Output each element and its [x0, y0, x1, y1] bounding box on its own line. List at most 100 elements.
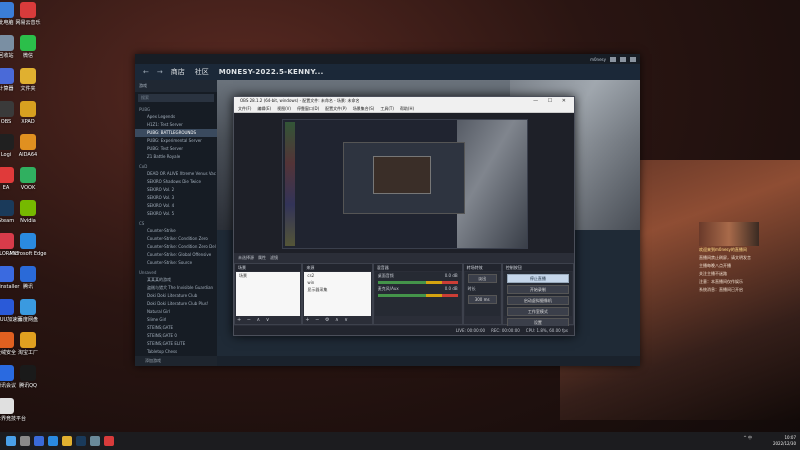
transition-select[interactable]: 淡出 — [467, 274, 497, 283]
back-arrow-icon[interactable]: ← — [143, 68, 149, 76]
nav-community[interactable]: 社区 — [195, 67, 209, 77]
source-item[interactable]: win — [304, 279, 370, 286]
source-item[interactable]: 显示器采集 — [304, 286, 370, 294]
library-game-item[interactable]: SEKIRO Shadows Die Twice — [135, 178, 217, 186]
desktop-icon[interactable]: 网易云音乐 — [6, 2, 50, 26]
library-game-item[interactable]: Counter-Strike — [135, 227, 217, 235]
library-game-item[interactable]: PUBG: BATTLEGROUNDS — [135, 129, 217, 137]
library-group-header[interactable]: CS — [135, 218, 217, 227]
desktop-icon[interactable]: Microsoft Edge — [6, 233, 50, 257]
taskbar-app-icon[interactable] — [90, 436, 100, 446]
obs-menu-item[interactable]: 编辑(E) — [257, 106, 271, 112]
desktop-icon[interactable]: 完美世界竞技平台 — [0, 398, 28, 422]
library-game-item[interactable]: PUBG: Experimental Server — [135, 137, 217, 145]
obs-preview[interactable] — [234, 113, 574, 253]
source-item[interactable]: cs2 — [304, 272, 370, 279]
library-game-item[interactable]: Z1 Battle Royale — [135, 153, 217, 161]
chat-banner-image — [699, 222, 759, 246]
obs-window[interactable]: OBS 28.1.2 (64-bit, windows) - 配置文件: 未命名… — [233, 96, 575, 336]
obs-menu-item[interactable]: 停靠窗口(D) — [297, 106, 319, 112]
taskbar-clock[interactable]: 10:07 2022/12/30 — [773, 435, 796, 447]
taskbar-app-icon[interactable] — [76, 436, 86, 446]
obs-menu-item[interactable]: 配置文件(P) — [325, 106, 347, 112]
add-game-button[interactable]: 添加游戏 — [135, 356, 217, 366]
library-game-item[interactable]: PUBG: Test Server — [135, 145, 217, 153]
library-game-item[interactable]: Counter-Strike: Condition Zero — [135, 235, 217, 243]
library-game-item[interactable]: 某某某的游戏 — [135, 276, 217, 284]
library-search-input[interactable]: 搜索 — [138, 94, 214, 102]
chat-message: 注意：本直播间仅作娱乐 — [699, 279, 743, 284]
library-game-item[interactable]: STEINS;GATE ELITE — [135, 340, 217, 348]
filters-button[interactable]: 滤镜 — [270, 255, 278, 261]
control-button[interactable]: 停止直播 — [506, 274, 569, 283]
library-game-item[interactable]: SEKIRO Vol. 2 — [135, 186, 217, 194]
library-game-item[interactable]: DEAD OR ALIVE Xtreme Venus Vac — [135, 170, 217, 178]
library-header[interactable]: 游戏 — [135, 80, 217, 92]
library-game-item[interactable]: SEKIRO Vol. 5 — [135, 210, 217, 218]
taskbar-app-icon[interactable] — [62, 436, 72, 446]
close-icon[interactable] — [630, 56, 636, 62]
obs-titlebar[interactable]: OBS 28.1.2 (64-bit, windows) - 配置文件: 未命名… — [234, 97, 574, 105]
taskbar-app-icon[interactable] — [6, 436, 16, 446]
steam-titlebar[interactable]: m0nesy — [135, 54, 640, 64]
library-game-item[interactable]: Doki Doki Literature Club Plus! — [135, 300, 217, 308]
library-group-header[interactable]: PUBG — [135, 104, 217, 113]
transitions-panel: 转场特效 淡出 时长 300 ms — [462, 263, 502, 325]
library-game-item[interactable]: Natural Girl — [135, 308, 217, 316]
desktop-icon[interactable]: XPAD — [6, 101, 50, 125]
control-button[interactable]: 工作室模式 — [506, 307, 569, 316]
obs-menu-item[interactable]: 工具(T) — [380, 106, 394, 112]
library-game-item[interactable]: Counter-Strike: Global Offensive — [135, 251, 217, 259]
control-button[interactable]: 开始录制 — [506, 285, 569, 294]
desktop-icon[interactable]: Nvidia — [6, 200, 50, 224]
obs-menu-item[interactable]: 视图(V) — [277, 106, 291, 112]
preview-canvas[interactable] — [282, 119, 528, 249]
desktop-icon[interactable]: 腾讯QQ — [6, 365, 50, 389]
desktop-icon[interactable]: AIDA64 — [6, 134, 50, 158]
minimize-icon[interactable] — [610, 56, 616, 62]
maximize-icon[interactable] — [620, 56, 626, 62]
library-game-item[interactable]: 盗贼与猎犬 The Invisible Guardian — [135, 284, 217, 292]
control-button[interactable]: 启动虚拟摄像机 — [506, 296, 569, 305]
scene-item[interactable]: 场景 — [236, 272, 300, 280]
obs-menu-item[interactable]: 场景集合(S) — [353, 106, 375, 112]
system-tray[interactable]: ^ 中 — [743, 435, 752, 441]
library-group-header[interactable]: Unsaved — [135, 267, 217, 276]
obs-menu-item[interactable]: 文件(F) — [238, 106, 251, 112]
chat-message: 主播每晚八点开播 — [699, 263, 731, 268]
library-game-item[interactable]: Tabletop Chess — [135, 348, 217, 356]
volume-meter[interactable] — [377, 294, 458, 297]
library-game-item[interactable]: SEKIRO Vol. 4 — [135, 202, 217, 210]
forward-arrow-icon[interactable]: → — [157, 68, 163, 76]
library-game-item[interactable]: H1Z1: Test Server — [135, 121, 217, 129]
duration-input[interactable]: 300 ms — [467, 295, 497, 304]
account-name[interactable]: m0nesy — [590, 57, 606, 62]
library-game-item[interactable]: STEINS;GATE 0 — [135, 332, 217, 340]
scenes-panel: 场景 场景 + − ∧ ∨ — [234, 263, 303, 325]
library-game-item[interactable]: SEKIRO Vol. 3 — [135, 194, 217, 202]
taskbar-app-icon[interactable] — [48, 436, 58, 446]
desktop-icon[interactable]: 百度网盘 — [6, 299, 50, 323]
library-game-item[interactable]: Counter-Strike: Source — [135, 259, 217, 267]
properties-button[interactable]: 属性 — [258, 255, 266, 261]
library-game-item[interactable]: Slime Girl — [135, 316, 217, 324]
library-group-header[interactable]: CoD — [135, 161, 217, 170]
library-game-item[interactable]: Apex Legends — [135, 113, 217, 121]
library-game-item[interactable]: Counter-Strike: Condition Zero Del — [135, 243, 217, 251]
volume-meter[interactable] — [377, 281, 458, 284]
taskbar-app-icon[interactable] — [20, 436, 30, 446]
library-game-item[interactable]: STEINS;GATE — [135, 324, 217, 332]
desktop-icon[interactable]: VOOK — [6, 167, 50, 191]
desktop-icon[interactable]: 文件夹 — [6, 68, 50, 92]
taskbar-app-icon[interactable] — [104, 436, 114, 446]
window-controls[interactable]: — ☐ ✕ — [533, 97, 570, 105]
desktop-icon[interactable]: 腾讯 — [6, 266, 50, 290]
desktop-icon[interactable]: 淘宝工厂 — [6, 332, 50, 356]
desktop-icon[interactable]: 微信 — [6, 35, 50, 59]
scenes-footer-buttons[interactable]: + − ∧ ∨ — [237, 317, 271, 323]
taskbar-app-icon[interactable] — [34, 436, 44, 446]
library-game-item[interactable]: Doki Doki Literature Club — [135, 292, 217, 300]
sources-footer-buttons[interactable]: + − ⚙ ∧ ∨ — [305, 317, 350, 323]
obs-menu-item[interactable]: 帮助(H) — [400, 106, 414, 112]
nav-store[interactable]: 商店 — [171, 67, 185, 77]
